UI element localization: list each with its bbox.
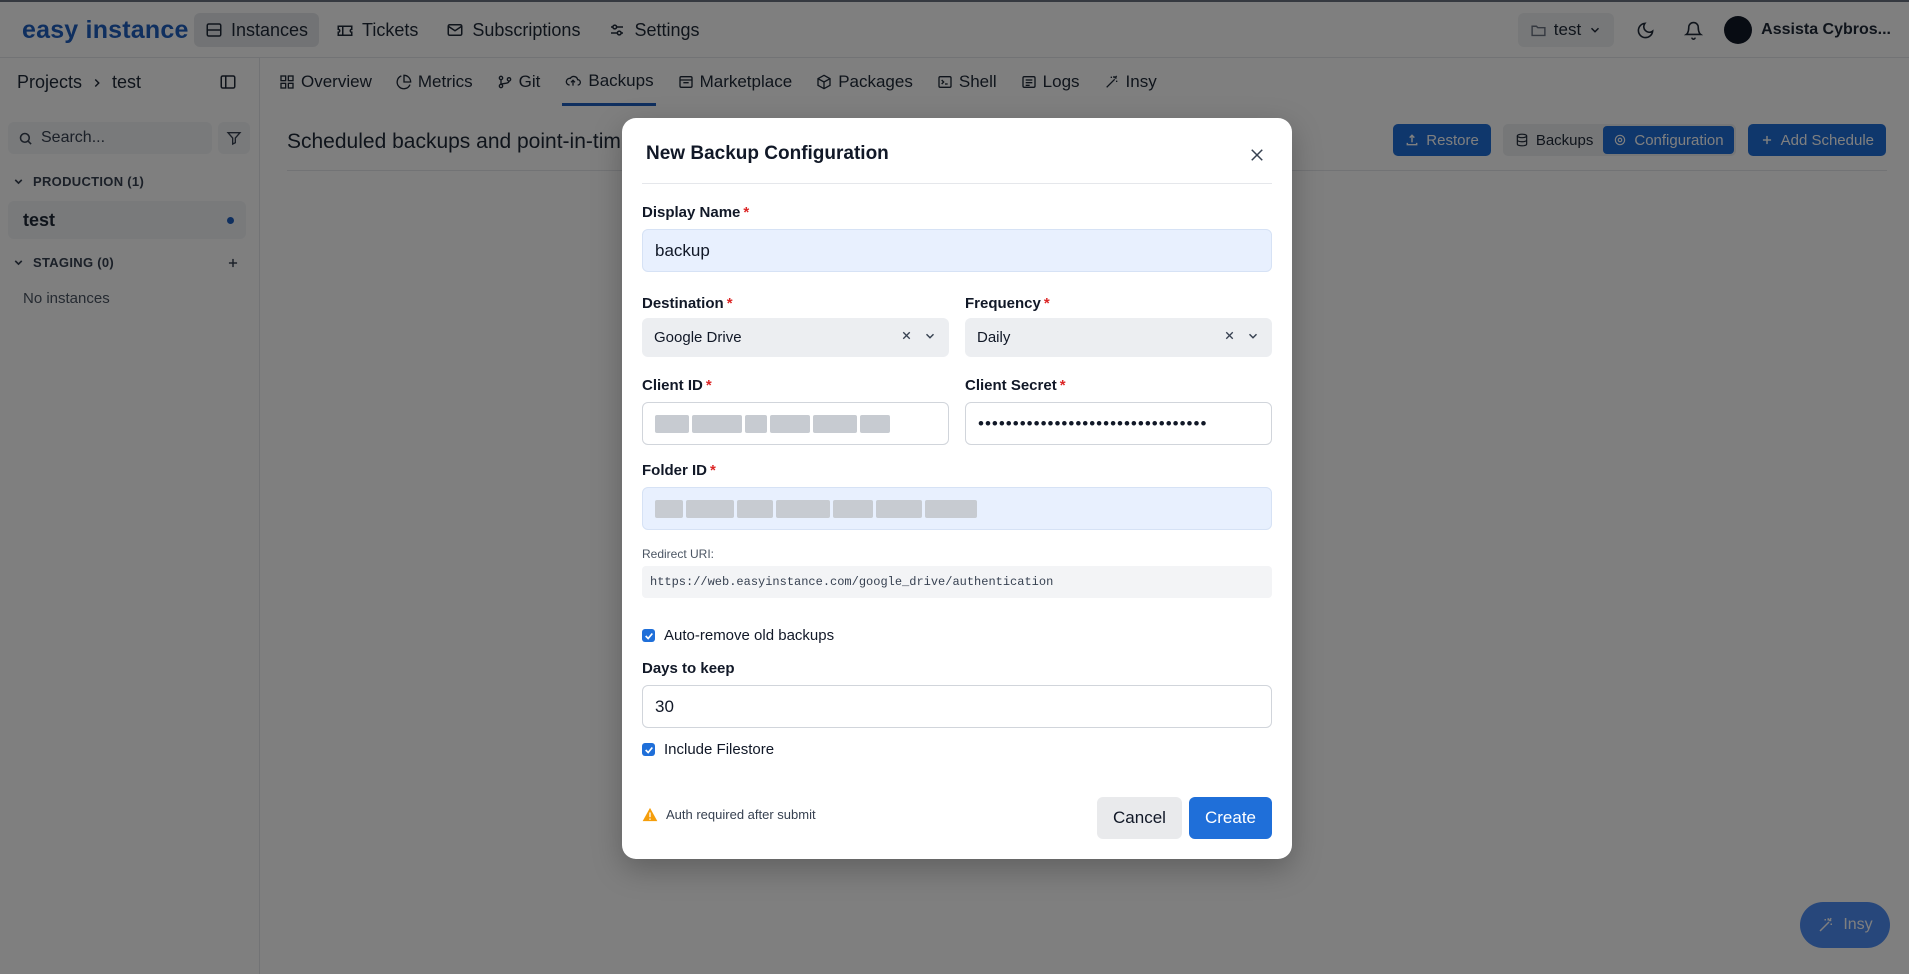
- client-id-label: Client ID *: [642, 377, 712, 394]
- close-icon: [1248, 146, 1266, 164]
- new-backup-dialog: New Backup Configuration Display Name * b…: [622, 118, 1292, 859]
- dialog-title: New Backup Configuration: [646, 143, 889, 164]
- create-button[interactable]: Create: [1189, 797, 1272, 839]
- clear-icon[interactable]: [900, 329, 913, 342]
- chevron-down-icon: [923, 329, 937, 343]
- divider: [642, 183, 1272, 184]
- destination-select[interactable]: Google Drive: [642, 318, 949, 357]
- auth-warning-text: Auth required after submit: [666, 807, 816, 822]
- warning-icon: [642, 807, 658, 822]
- frequency-value: Daily: [977, 329, 1011, 346]
- folder-id-input[interactable]: [642, 487, 1272, 530]
- client-secret-mask: •••••••••••••••••••••••••••••••••: [978, 413, 1208, 433]
- checkbox-checked-icon[interactable]: [642, 629, 655, 642]
- include-filestore-label: Include Filestore: [664, 741, 775, 758]
- auth-warning: Auth required after submit: [642, 807, 816, 822]
- chevron-down-icon: [1246, 329, 1260, 343]
- destination-label: Destination *: [642, 295, 733, 312]
- checkbox-checked-icon[interactable]: [642, 743, 655, 756]
- redirect-uri-label: Redirect URI:: [642, 547, 715, 561]
- auto-remove-label: Auto-remove old backups: [664, 627, 835, 644]
- client-secret-label: Client Secret *: [965, 377, 1066, 394]
- close-button[interactable]: [1248, 146, 1266, 164]
- client-id-input[interactable]: [642, 402, 949, 445]
- clear-icon[interactable]: [1223, 329, 1236, 342]
- days-to-keep-label: Days to keep: [642, 660, 735, 677]
- display-name-value: backup: [655, 240, 710, 260]
- client-secret-input[interactable]: •••••••••••••••••••••••••••••••••: [965, 402, 1272, 445]
- days-to-keep-input[interactable]: 30: [642, 685, 1272, 728]
- destination-value: Google Drive: [654, 329, 742, 346]
- folder-id-label: Folder ID *: [642, 462, 716, 479]
- include-filestore-checkbox[interactable]: Include Filestore: [642, 741, 774, 758]
- display-name-input[interactable]: backup: [642, 229, 1272, 272]
- cancel-button[interactable]: Cancel: [1097, 797, 1182, 839]
- auto-remove-checkbox[interactable]: Auto-remove old backups: [642, 627, 834, 644]
- frequency-select[interactable]: Daily: [965, 318, 1272, 357]
- redacted-value: [655, 499, 977, 519]
- redacted-value: [655, 414, 890, 434]
- frequency-label: Frequency *: [965, 295, 1050, 312]
- days-to-keep-value: 30: [655, 696, 674, 716]
- display-name-label: Display Name *: [642, 204, 750, 221]
- redirect-uri-value: https://web.easyinstance.com/google_driv…: [642, 566, 1272, 598]
